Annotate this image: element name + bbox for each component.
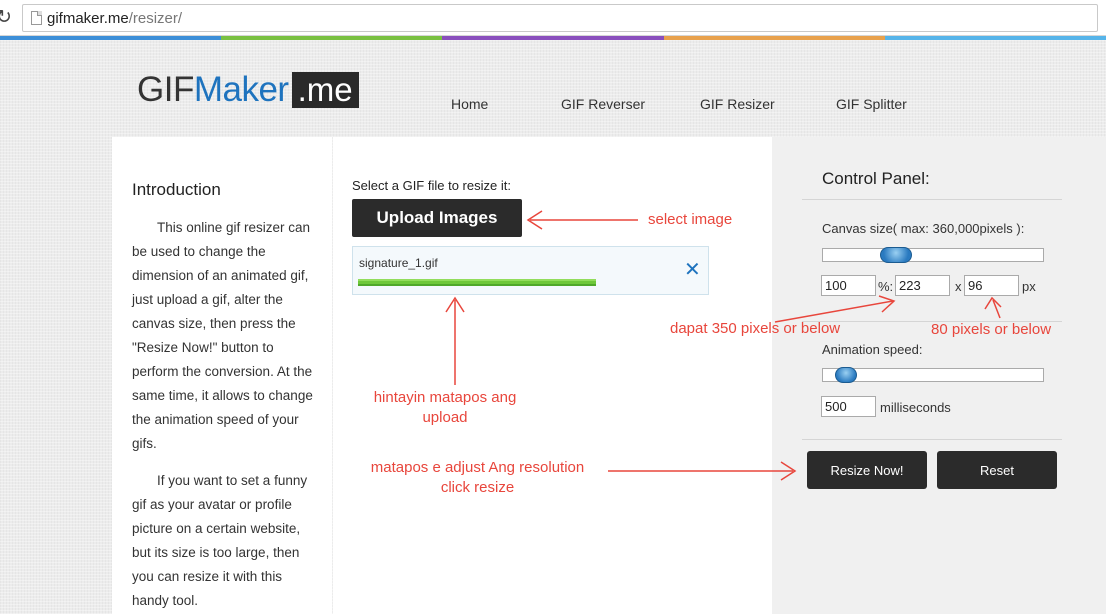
animation-speed-slider[interactable] (822, 367, 1044, 383)
color-strip (0, 36, 1106, 40)
intro-paragraph-2: If you want to set a funny gif as your a… (132, 473, 308, 608)
color-strip-segment (884, 36, 1106, 40)
nav-gif-splitter[interactable]: GIF Splitter (836, 96, 907, 112)
annotation-height-note: 80 pixels or below (931, 321, 1052, 338)
upload-panel: Select a GIF file to resize it: Upload I… (333, 137, 772, 614)
canvas-size-slider-handle[interactable] (880, 247, 912, 263)
annotation-select-image: select image (648, 211, 733, 228)
color-strip-segment (442, 36, 664, 40)
address-bar[interactable]: gifmaker.me/resizer/ (22, 4, 1098, 32)
logo-gif: GIF (137, 70, 194, 109)
divider (802, 439, 1062, 440)
introduction-panel: Introduction This online gif resizer can… (112, 137, 332, 614)
height-input[interactable] (964, 275, 1019, 296)
annotation-wait-line-2: upload (422, 409, 468, 426)
site-logo[interactable]: GIF Maker .me (137, 70, 359, 110)
color-strip-segment (663, 36, 885, 40)
times-sign: x (955, 279, 962, 294)
control-panel: Control Panel: Canvas size( max: 360,000… (772, 137, 1106, 614)
page-icon (31, 11, 42, 25)
annotation-resize-line-1: matapos e adjust Ang resolution (370, 459, 585, 476)
upload-images-button[interactable]: Upload Images (352, 199, 522, 237)
browser-toolbar: ↻ gifmaker.me/resizer/ (0, 0, 1106, 36)
url-text[interactable]: gifmaker.me/resizer/ (47, 10, 182, 27)
annotation-wait-upload: hintayin matapos ang upload (350, 388, 540, 428)
url-path: /resizer/ (128, 10, 183, 27)
logo-dotme: .me (291, 72, 359, 108)
url-domain: gifmaker.me (47, 10, 129, 27)
nav-gif-resizer[interactable]: GIF Resizer (700, 96, 775, 112)
divider (802, 199, 1062, 200)
color-strip-segment (221, 36, 443, 40)
nav-home[interactable]: Home (451, 96, 488, 112)
canvas-size-label: Canvas size( max: 360,000pixels ): (822, 221, 1025, 236)
percent-sign: %: (878, 279, 894, 294)
reload-icon[interactable]: ↻ (0, 6, 12, 28)
color-strip-segment (0, 36, 222, 40)
remove-file-icon[interactable]: ✕ (684, 259, 701, 279)
px-unit: px (1022, 279, 1036, 294)
upload-progress-bar (358, 279, 596, 286)
reset-button[interactable]: Reset (937, 451, 1057, 489)
file-name: signature_1.gif (359, 256, 438, 270)
animation-speed-label: Animation speed: (822, 342, 923, 357)
percent-input[interactable] (821, 275, 876, 296)
width-input[interactable] (895, 275, 950, 296)
annotation-width-note: dapat 350 pixels or below (670, 320, 841, 337)
animation-speed-slider-handle[interactable] (835, 367, 857, 383)
speed-input[interactable] (821, 396, 876, 417)
logo-maker: Maker (193, 70, 289, 109)
select-file-label: Select a GIF file to resize it: (352, 178, 511, 193)
annotation-resize-instruction: matapos e adjust Ang resolution click re… (345, 458, 610, 498)
nav-gif-reverser[interactable]: GIF Reverser (561, 96, 645, 112)
annotation-wait-line-1: hintayin matapos ang (373, 389, 517, 406)
annotation-resize-line-2: click resize (440, 479, 515, 496)
intro-title: Introduction (132, 180, 221, 199)
intro-paragraph-1: This online gif resizer can be used to c… (132, 220, 313, 451)
resize-now-button[interactable]: Resize Now! (807, 451, 927, 489)
speed-unit: milliseconds (880, 400, 951, 415)
canvas-size-slider[interactable] (822, 247, 1044, 263)
control-panel-title: Control Panel: (822, 169, 930, 188)
uploaded-file-item: signature_1.gif ✕ (352, 246, 709, 295)
